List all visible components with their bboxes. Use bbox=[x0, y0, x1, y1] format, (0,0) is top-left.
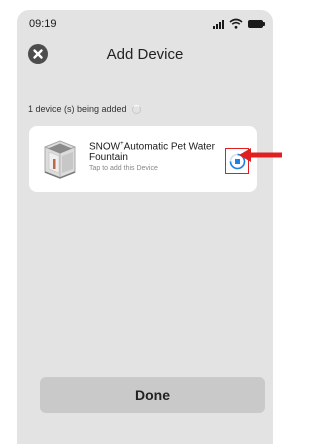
pet-fountain-icon bbox=[44, 140, 76, 179]
wifi-icon bbox=[229, 18, 243, 29]
annotation-arrow-icon bbox=[239, 148, 282, 162]
device-card[interactable]: SNOW+Automatic Pet Water Fountain Tap to… bbox=[29, 126, 257, 192]
page-title: Add Device bbox=[106, 46, 184, 63]
adding-status: 1 device (s) being added bbox=[28, 104, 141, 114]
adding-status-text: 1 device (s) being added bbox=[28, 104, 127, 114]
status-time: 09:19 bbox=[29, 18, 57, 30]
device-info: SNOW+Automatic Pet Water Fountain Tap to… bbox=[89, 139, 219, 172]
header: Add Device bbox=[17, 38, 273, 70]
device-name: SNOW+Automatic Pet Water Fountain bbox=[89, 141, 215, 164]
status-icons bbox=[213, 18, 265, 29]
add-device-screen: 09:19 Add Device 1 device (s) being adde… bbox=[17, 10, 273, 444]
done-button[interactable]: Done bbox=[40, 377, 265, 413]
status-bar: 09:19 bbox=[17, 10, 273, 34]
signal-icon bbox=[213, 19, 224, 29]
battery-icon bbox=[248, 20, 265, 28]
loading-spinner-icon bbox=[131, 104, 141, 114]
device-hint: Tap to add this Device bbox=[89, 165, 158, 173]
